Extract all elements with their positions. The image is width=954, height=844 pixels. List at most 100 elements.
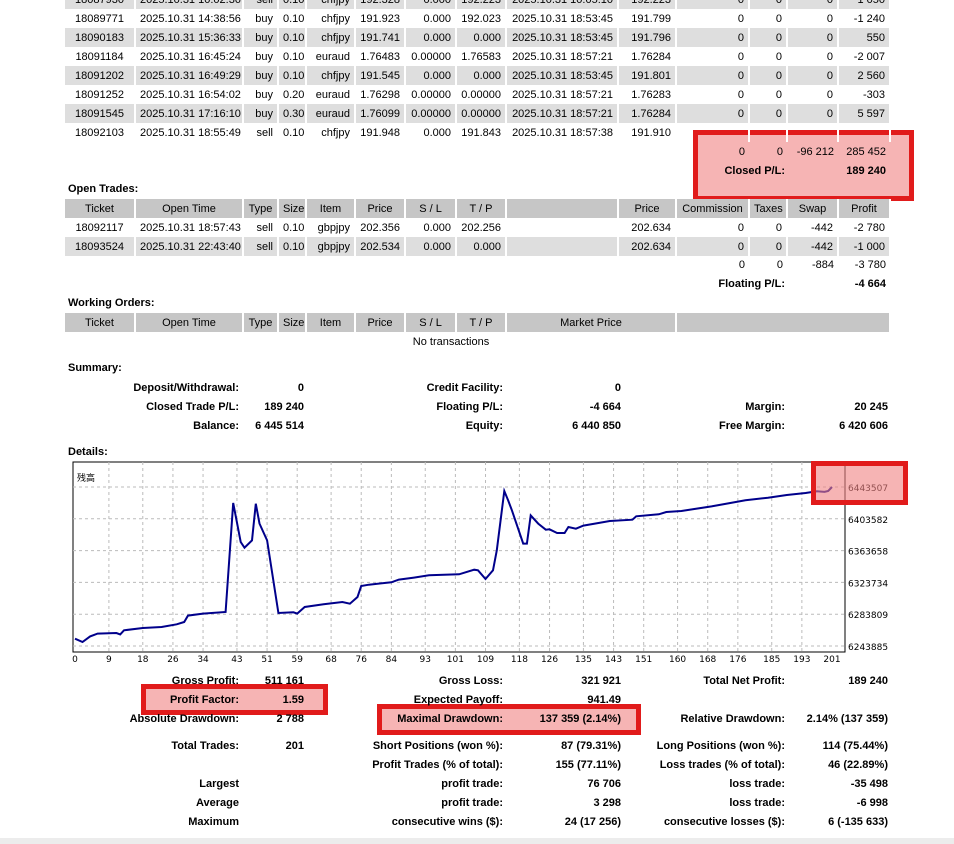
table-row: 18090183 2025.10.31 15:36:33 buy 0.10 chfjpy… <box>65 28 891 47</box>
cell: 1 050 <box>838 0 891 9</box>
cell: 1.76099 <box>355 104 406 123</box>
cell: 0 <box>787 28 839 47</box>
summary-value: 189 240 <box>264 401 304 413</box>
cell: 0.10 <box>278 123 307 142</box>
stat-label: Maximum <box>188 816 239 828</box>
cell: chfjpy <box>306 28 356 47</box>
cell <box>506 218 619 237</box>
stat-value: 1.59 <box>282 694 304 706</box>
cell: 0.000 <box>405 237 457 256</box>
cell: -1 240 <box>838 9 891 28</box>
cell <box>676 123 750 142</box>
cell: 2025.10.31 17:16:10 <box>135 104 244 123</box>
x-tick-label: 18 <box>137 655 149 665</box>
summary-label: Credit Facility: <box>426 382 503 394</box>
closed-totals-row: 0 0 -96 212 285 452 <box>676 143 890 162</box>
table-row: 18091252 2025.10.31 16:54:02 buy 0.20 euraud… <box>65 85 891 104</box>
summary-label: Floating P/L: <box>436 401 503 413</box>
table-row: 18093524 2025.10.31 22:43:40 sell 0.10 gbpjp… <box>65 237 891 256</box>
x-tick-label: 126 <box>541 655 558 665</box>
total-swap: -884 <box>811 259 834 271</box>
cell: 0 <box>749 85 788 104</box>
cell: 0 <box>749 28 788 47</box>
x-tick-label: 43 <box>231 655 242 665</box>
stat-label: Loss trades (% of total): <box>659 759 785 771</box>
stat-label: Short Positions (won %): <box>372 740 503 752</box>
x-tick-label: 168 <box>699 655 716 665</box>
cell: 0.10 <box>278 218 307 237</box>
cell: 0.10 <box>278 9 307 28</box>
summary-value: 20 245 <box>854 401 888 413</box>
total-taxes: 0 <box>776 259 783 271</box>
cell: 0 <box>787 85 839 104</box>
cell: Price <box>618 199 677 218</box>
y-axis-ticks: 6243885628380963237346363658640358264435… <box>848 484 888 653</box>
y-tick-label: 6363658 <box>848 548 888 558</box>
cell: Type <box>243 199 279 218</box>
cell: T / P <box>456 199 507 218</box>
cell: 0.00000 <box>405 85 457 104</box>
stat-label: Long Positions (won %): <box>656 740 785 752</box>
cell: euraud <box>306 85 356 104</box>
x-tick-label: 118 <box>511 655 528 665</box>
cell <box>838 123 891 142</box>
y-tick-label: 6283809 <box>848 611 888 621</box>
cell: 0.000 <box>405 123 457 142</box>
cell: 0 <box>749 9 788 28</box>
cell: 192.223 <box>618 0 677 9</box>
cell: 2025.10.31 18:57:21 <box>506 104 619 123</box>
horizontal-scrollbar[interactable] <box>0 838 954 844</box>
cell: 2025.10.31 16:54:02 <box>135 85 244 104</box>
cell: Type <box>243 313 279 332</box>
cell: 1.76483 <box>355 47 406 66</box>
open-totals-row: 0 0 -884 -3 780 <box>676 256 890 275</box>
table-header: Ticket Open Time Type Size Item Price S / LT /… <box>65 313 891 332</box>
cell: 0.10 <box>278 0 307 9</box>
x-tick-label: 201 <box>823 655 840 665</box>
cell: Open Time <box>135 199 244 218</box>
x-tick-label: 151 <box>635 655 652 665</box>
no-transactions-text: No transactions <box>412 336 490 348</box>
cell: 0 <box>676 66 750 85</box>
cell: Market Price <box>506 313 677 332</box>
cell: euraud <box>306 104 356 123</box>
cell: 18093524 <box>65 237 136 256</box>
cell: 191.545 <box>355 66 406 85</box>
cell: 0.00000 <box>456 104 507 123</box>
cell: 0 <box>676 9 750 28</box>
stat-label: Total Net Profit: <box>703 675 785 687</box>
cell: T / P <box>456 313 507 332</box>
total-commission: 0 <box>738 146 745 158</box>
cell: Profit <box>838 199 891 218</box>
summary-label: Deposit/Withdrawal: <box>133 382 239 394</box>
cell: 191.796 <box>618 28 677 47</box>
cell: S / L <box>405 313 457 332</box>
cell: 1.76284 <box>618 47 677 66</box>
cell: 0.00000 <box>405 104 457 123</box>
total-taxes: 0 <box>776 146 783 158</box>
stat-value: -6 998 <box>856 797 888 809</box>
total-profit: -3 780 <box>854 259 886 271</box>
cell: 2025.10.31 18:55:49 <box>135 123 244 142</box>
cell: 191.843 <box>456 123 507 142</box>
total-commission: 0 <box>738 259 745 271</box>
stat-value: 114 (75.44%) <box>822 740 888 752</box>
stat-value: 76 706 <box>587 778 621 790</box>
closed-trades-table: 180879302025.10.31 10:02:36sell0.10chfjp… <box>65 0 891 142</box>
cell: 0.000 <box>405 28 457 47</box>
cell: 0.000 <box>405 66 457 85</box>
stat-label: profit trade: <box>441 797 503 809</box>
cell <box>676 313 891 332</box>
summary-value: 0 <box>614 382 621 394</box>
summary-label: Equity: <box>465 420 503 432</box>
table-row: 180879302025.10.31 10:02:36sell0.10chfjp… <box>65 0 891 9</box>
cell: 191.948 <box>355 123 406 142</box>
x-tick-label: 185 <box>763 655 780 665</box>
stat-value: 201 <box>285 740 304 752</box>
cell: sell <box>243 0 279 9</box>
stat-value: 6 (-135 633) <box>828 816 888 828</box>
x-tick-label: 160 <box>669 655 686 665</box>
cell: Swap <box>787 199 839 218</box>
cell: 18091202 <box>65 66 136 85</box>
x-tick-label: 93 <box>420 655 431 665</box>
